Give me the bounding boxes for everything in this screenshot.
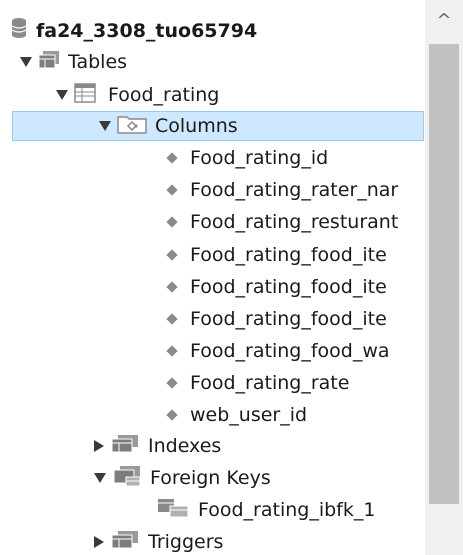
column-item[interactable]: Food_rating_id	[166, 143, 329, 173]
columns-folder-icon	[117, 114, 147, 139]
column-name: Food_rating_resturant	[190, 211, 399, 233]
column-name: Food_rating_id	[190, 147, 329, 169]
schema-name: fa24_3308_tuo65794	[36, 20, 258, 42]
column-name: Food_rating_rater_nar	[190, 179, 399, 201]
table-icon	[74, 82, 96, 108]
column-icon	[166, 313, 178, 325]
tree-node-tables[interactable]: Tables	[20, 47, 127, 77]
expand-arrow-icon[interactable]	[99, 121, 111, 131]
column-item[interactable]: Food_rating_food_ite	[166, 240, 387, 270]
foreign-key-icon	[156, 497, 190, 524]
tree-node-schema[interactable]: fa24_3308_tuo65794	[10, 16, 257, 46]
column-name: Food_rating_food_ite	[190, 308, 387, 330]
tree-node-triggers[interactable]: Triggers	[94, 527, 223, 555]
scroll-thumb[interactable]	[429, 44, 459, 504]
vertical-scrollbar[interactable]: ^	[425, 0, 463, 555]
column-item[interactable]: web_user_id	[166, 400, 308, 430]
column-item[interactable]: Food_rating_rate	[166, 368, 350, 398]
column-item[interactable]: Food_rating_food_wa	[166, 336, 390, 366]
column-icon	[166, 184, 178, 196]
column-icon	[166, 281, 178, 293]
column-name: Food_rating_rate	[190, 372, 350, 394]
foreign-key-name: Food_rating_ibfk_1	[198, 499, 376, 521]
column-name: web_user_id	[190, 404, 308, 426]
column-name: Food_rating_food_wa	[190, 340, 390, 362]
scroll-up-arrow-icon[interactable]: ^	[425, 0, 463, 40]
tree-node-table-food-rating[interactable]: Food_rating	[56, 80, 219, 110]
column-name: Food_rating_food_ite	[190, 276, 387, 298]
column-item[interactable]: Food_rating_food_ite	[166, 304, 387, 334]
table-name: Food_rating	[108, 84, 220, 106]
tables-label: Tables	[68, 51, 128, 73]
column-item[interactable]: Food_rating_food_ite	[166, 272, 387, 302]
columns-label: Columns	[155, 115, 238, 137]
column-item[interactable]: Food_rating_resturant	[166, 207, 399, 237]
tree-node-fk-item[interactable]: Food_rating_ibfk_1	[156, 495, 375, 525]
expand-arrow-icon[interactable]	[56, 90, 68, 100]
indexes-folder-icon	[110, 434, 140, 459]
collapse-arrow-icon[interactable]	[94, 440, 104, 452]
column-icon	[166, 345, 178, 357]
schema-tree[interactable]: fa24_3308_tuo65794 Tables Food_rating Co…	[0, 0, 425, 555]
tree-node-columns[interactable]: Columns	[12, 111, 424, 141]
triggers-folder-icon	[110, 530, 140, 555]
tables-folder-icon	[38, 50, 60, 75]
column-icon	[166, 377, 178, 389]
triggers-label: Triggers	[148, 531, 224, 553]
indexes-label: Indexes	[148, 435, 222, 457]
column-icon	[166, 152, 178, 164]
database-icon	[10, 17, 28, 46]
collapse-arrow-icon[interactable]	[94, 536, 104, 548]
column-icon	[166, 216, 178, 228]
column-icon	[166, 409, 178, 421]
column-item[interactable]: Food_rating_rater_nar	[166, 175, 399, 205]
tree-node-indexes[interactable]: Indexes	[94, 431, 221, 461]
expand-arrow-icon[interactable]	[94, 473, 106, 483]
foreign-keys-folder-icon	[112, 465, 142, 492]
expand-arrow-icon[interactable]	[20, 57, 32, 67]
column-icon	[166, 249, 178, 261]
column-name: Food_rating_food_ite	[190, 244, 387, 266]
foreign-keys-label: Foreign Keys	[150, 467, 271, 489]
tree-node-foreign-keys[interactable]: Foreign Keys	[94, 463, 271, 493]
